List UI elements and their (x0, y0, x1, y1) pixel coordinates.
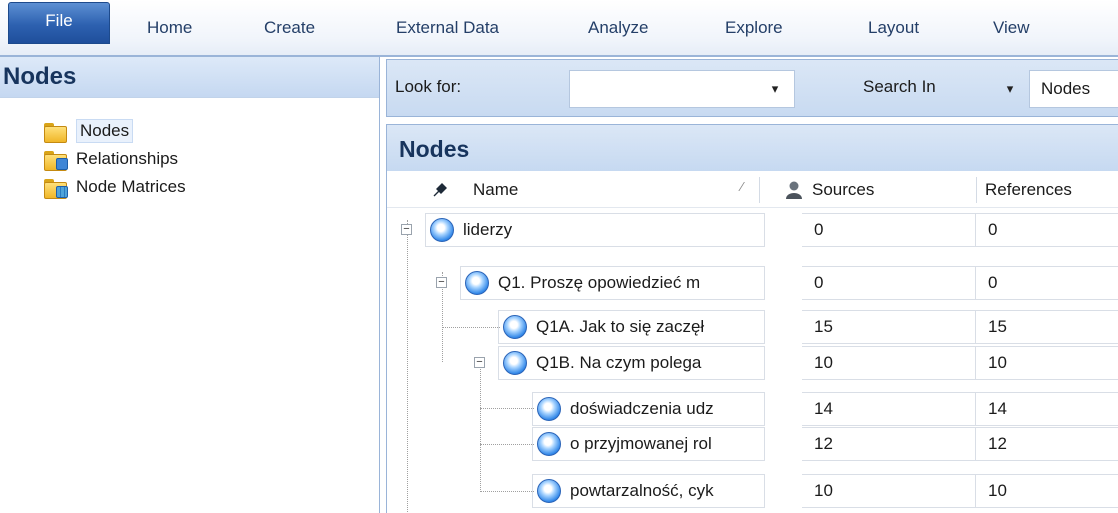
tab-external-data[interactable]: External Data (394, 8, 501, 48)
node-icon (537, 432, 561, 456)
navigation-pane: Nodes Nodes Relationships Node Matrices (0, 57, 380, 513)
node-name: o przyjmowanej rol (570, 434, 712, 453)
ribbon-menu-bar: File Home Create External Data Analyze E… (0, 0, 1118, 57)
references-cell: 0 (976, 266, 1118, 300)
folder-open-icon (44, 121, 67, 143)
tab-home[interactable]: Home (145, 8, 194, 48)
node-name-cell[interactable]: powtarzalność, cyk (532, 474, 765, 508)
look-for-dropdown-arrow-icon[interactable]: ▾ (757, 70, 793, 108)
tab-file[interactable]: File (8, 2, 110, 44)
column-header-sources[interactable]: Sources (812, 171, 874, 208)
search-in-dropdown-arrow-icon[interactable]: ▾ (999, 70, 1021, 108)
column-divider[interactable] (759, 177, 760, 203)
relationships-folder-icon (44, 149, 68, 171)
node-name: Q1. Proszę opowiedzieć m (498, 273, 701, 292)
tab-analyze[interactable]: Analyze (586, 8, 650, 48)
node-name-cell[interactable]: Q1. Proszę opowiedzieć m (460, 266, 765, 300)
look-for-label: Look for: (395, 77, 462, 96)
table-row[interactable]: doświadczenia udz 14 14 (387, 391, 1118, 427)
node-icon (503, 351, 527, 375)
nav-item-label: Node Matrices (76, 177, 186, 196)
find-bar: Look for: ▾ Search In ▾ Nodes (386, 59, 1118, 117)
references-cell: 12 (976, 427, 1118, 461)
tab-layout[interactable]: Layout (866, 8, 921, 48)
table-row[interactable]: o przyjmowanej rol 12 12 (387, 426, 1118, 462)
nav-item-relationships[interactable]: Relationships (44, 146, 178, 172)
node-icon (537, 479, 561, 503)
table-row[interactable]: − liderzy 0 0 (387, 212, 1118, 248)
node-name: Q1A. Jak to się zaczęł (536, 317, 705, 336)
node-icon (465, 271, 489, 295)
tab-create[interactable]: Create (262, 8, 317, 48)
references-cell: 0 (976, 213, 1118, 247)
sources-cell: 10 (802, 474, 976, 508)
nav-header: Nodes (0, 57, 379, 98)
list-view-panel: Nodes Name ⁄ Sources References − liderz… (386, 124, 1118, 513)
table-row[interactable]: Q1A. Jak to się zaczęł 15 15 (387, 309, 1118, 345)
tab-explore[interactable]: Explore (723, 8, 785, 48)
node-matrices-folder-icon (44, 177, 68, 199)
nav-item-nodes[interactable]: Nodes (44, 118, 134, 144)
column-header-name[interactable]: Name (473, 171, 518, 208)
nav-item-label: Nodes (76, 119, 134, 143)
table-row[interactable]: powtarzalność, cyk 10 10 (387, 473, 1118, 509)
references-cell: 10 (976, 474, 1118, 508)
sources-cell: 15 (802, 310, 976, 344)
sources-cell: 12 (802, 427, 976, 461)
nav-item-node-matrices[interactable]: Node Matrices (44, 174, 186, 200)
node-name-cell[interactable]: Q1A. Jak to się zaczęł (498, 310, 765, 344)
list-title: Nodes (399, 136, 470, 162)
nav-item-label: Relationships (76, 149, 179, 168)
node-name-cell[interactable]: doświadczenia udz (532, 392, 765, 426)
sources-cell: 10 (802, 346, 976, 380)
node-name-cell[interactable]: liderzy (425, 213, 765, 247)
column-divider[interactable] (976, 177, 977, 203)
node-name: powtarzalność, cyk (570, 481, 714, 500)
column-header-references[interactable]: References (985, 171, 1072, 208)
search-in-field[interactable]: Nodes (1029, 70, 1118, 108)
node-name-cell[interactable]: Q1B. Na czym polega (498, 346, 765, 380)
node-name-cell[interactable]: o przyjmowanej rol (532, 427, 765, 461)
references-cell: 14 (976, 392, 1118, 426)
references-cell: 15 (976, 310, 1118, 344)
collapse-toggle-icon[interactable]: − (436, 277, 447, 288)
node-name: liderzy (463, 220, 513, 239)
references-cell: 10 (976, 346, 1118, 380)
collapse-toggle-icon[interactable]: − (474, 357, 485, 368)
tab-view[interactable]: View (991, 8, 1032, 48)
sources-cell: 14 (802, 392, 976, 426)
node-icon (537, 397, 561, 421)
nav-title: Nodes (3, 63, 77, 90)
node-name: doświadczenia udz (570, 399, 714, 418)
node-icon (430, 218, 454, 242)
column-header-row: Name ⁄ Sources References (387, 171, 1118, 208)
list-header: Nodes (387, 124, 1118, 171)
sources-cell: 0 (802, 213, 976, 247)
user-icon (786, 181, 802, 199)
sources-cell: 0 (802, 266, 976, 300)
pin-icon[interactable] (431, 181, 449, 199)
node-icon (503, 315, 527, 339)
table-row[interactable]: − Q1. Proszę opowiedzieć m 0 0 (387, 265, 1118, 301)
table-row[interactable]: − Q1B. Na czym polega 10 10 (387, 345, 1118, 381)
node-name: Q1B. Na czym polega (536, 353, 702, 372)
sort-indicator-icon: ⁄ (741, 179, 744, 194)
search-in-button[interactable]: Search In (863, 77, 936, 97)
collapse-toggle-icon[interactable]: − (401, 224, 412, 235)
